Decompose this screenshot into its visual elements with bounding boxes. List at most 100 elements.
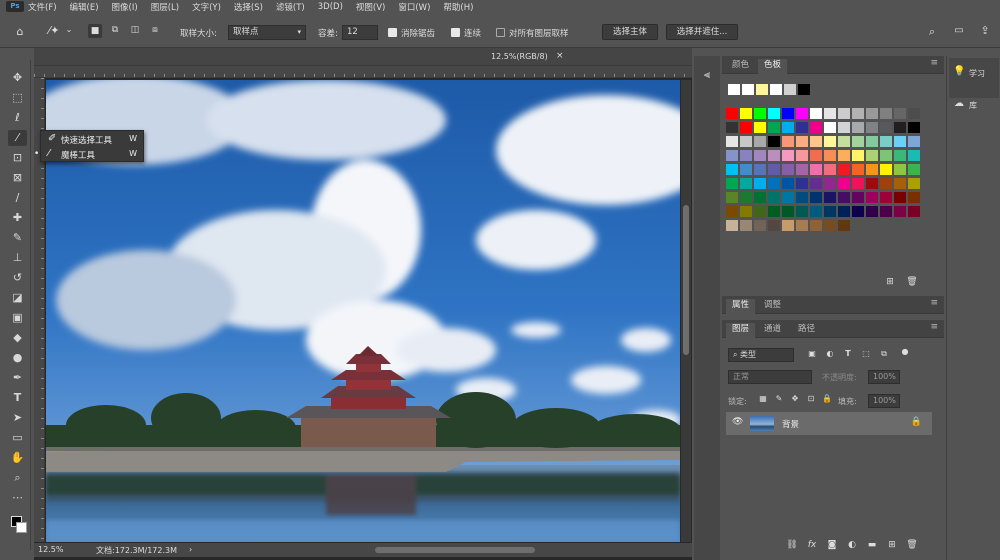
filter-shape-icon[interactable]: ⬚: [860, 349, 872, 358]
color-swatch[interactable]: [768, 192, 780, 203]
color-swatch[interactable]: [768, 108, 780, 119]
dodge-tool-icon[interactable]: ●: [8, 350, 27, 366]
eraser-tool-icon[interactable]: ◪: [8, 290, 27, 306]
color-swatch[interactable]: [768, 136, 780, 147]
color-swatch[interactable]: [908, 122, 920, 133]
lock-image-icon[interactable]: ✎: [774, 394, 784, 403]
color-swatch[interactable]: [908, 108, 920, 119]
color-swatch[interactable]: [782, 150, 794, 161]
color-swatch[interactable]: [740, 206, 752, 217]
healing-brush-icon[interactable]: ✚: [8, 210, 27, 226]
background-color-swatch[interactable]: [16, 522, 27, 533]
color-swatch[interactable]: [852, 122, 864, 133]
filter-type-icon[interactable]: T: [842, 349, 854, 358]
color-swatch[interactable]: [740, 108, 752, 119]
intersect-selection-icon[interactable]: ⧈: [148, 25, 162, 35]
color-swatch[interactable]: [894, 164, 906, 175]
tab-adjustments[interactable]: 调整: [758, 299, 787, 314]
filter-smart-object-icon[interactable]: ⧉: [878, 349, 890, 359]
color-swatch[interactable]: [824, 108, 836, 119]
color-swatch[interactable]: [838, 192, 850, 203]
color-swatch[interactable]: [810, 178, 822, 189]
color-swatch[interactable]: [796, 150, 808, 161]
color-swatch[interactable]: [782, 178, 794, 189]
color-swatch[interactable]: [754, 206, 766, 217]
color-swatch[interactable]: [866, 192, 878, 203]
search-icon[interactable]: ⌕: [925, 25, 939, 39]
color-swatch[interactable]: [894, 178, 906, 189]
color-swatch[interactable]: [726, 220, 738, 231]
filter-pixel-icon[interactable]: ▣: [806, 349, 818, 358]
blend-mode-select[interactable]: 正常: [728, 370, 812, 384]
color-swatch[interactable]: [852, 164, 864, 175]
color-swatch[interactable]: [768, 122, 780, 133]
tolerance-input[interactable]: 12: [342, 25, 378, 40]
color-swatch[interactable]: [726, 150, 738, 161]
color-swatch[interactable]: [908, 164, 920, 175]
hand-tool-icon[interactable]: ✋: [8, 450, 27, 466]
lock-artboard-icon[interactable]: ⊡: [806, 394, 816, 403]
layer-name[interactable]: 背景: [782, 418, 799, 430]
menu-image[interactable]: 图像(I): [112, 1, 138, 13]
opacity-input[interactable]: 100%: [868, 370, 900, 384]
color-swatch[interactable]: [908, 150, 920, 161]
marquee-tool-icon[interactable]: ⬚: [8, 90, 27, 106]
color-swatch[interactable]: [880, 108, 892, 119]
share-icon[interactable]: ⇪: [978, 24, 992, 37]
vertical-scrollbar[interactable]: [681, 80, 691, 542]
color-swatch[interactable]: [824, 178, 836, 189]
color-swatch[interactable]: [782, 192, 794, 203]
color-swatch[interactable]: [740, 220, 752, 231]
layer-filter-select[interactable]: ⌕ 类型: [728, 348, 794, 362]
layer-row[interactable]: 👁 背景 🔒: [726, 412, 932, 435]
color-swatch[interactable]: [768, 178, 780, 189]
color-swatch[interactable]: [796, 192, 808, 203]
color-swatch[interactable]: [866, 206, 878, 217]
new-layer-icon[interactable]: ⊞: [886, 540, 898, 550]
color-swatch[interactable]: [796, 178, 808, 189]
color-swatch[interactable]: [810, 122, 822, 133]
color-swatch[interactable]: [824, 164, 836, 175]
color-swatch[interactable]: [796, 122, 808, 133]
rectangle-tool-icon[interactable]: ▭: [8, 430, 27, 446]
menu-filter[interactable]: 滤镜(T): [276, 1, 305, 13]
path-selection-icon[interactable]: ➤: [8, 410, 27, 426]
recent-swatch[interactable]: [728, 84, 740, 95]
color-swatch[interactable]: [866, 122, 878, 133]
menu-help[interactable]: 帮助(H): [443, 1, 473, 13]
antialias-checkbox[interactable]: [388, 28, 397, 37]
color-swatch[interactable]: [810, 108, 822, 119]
zoom-tool-icon[interactable]: ⌕: [8, 470, 27, 486]
color-swatch[interactable]: [866, 136, 878, 147]
frame-tool-icon[interactable]: ⊠: [8, 170, 27, 186]
lock-position-icon[interactable]: ✥: [790, 394, 800, 403]
color-swatch[interactable]: [796, 206, 808, 217]
color-swatch[interactable]: [852, 108, 864, 119]
tab-properties[interactable]: 属性: [726, 299, 756, 314]
magic-wand-tool-icon[interactable]: ⁄: [8, 130, 27, 146]
menu-3d[interactable]: 3D(D): [318, 2, 343, 12]
add-mask-icon[interactable]: ◙: [826, 540, 838, 550]
brush-tool-icon[interactable]: ✎: [8, 230, 27, 246]
crop-tool-icon[interactable]: ⊡: [8, 150, 27, 166]
tab-swatches[interactable]: 色板: [758, 59, 788, 74]
eyedropper-tool-icon[interactable]: ∕: [8, 190, 27, 206]
color-swatch[interactable]: [810, 164, 822, 175]
sample-all-checkbox[interactable]: [496, 28, 505, 37]
color-swatch[interactable]: [810, 192, 822, 203]
menu-type[interactable]: 文字(Y): [192, 1, 221, 13]
color-swatch[interactable]: [768, 150, 780, 161]
color-swatch[interactable]: [852, 206, 864, 217]
color-swatch[interactable]: [852, 150, 864, 161]
zoom-status[interactable]: 12.5%: [38, 545, 63, 554]
color-swatch[interactable]: [824, 192, 836, 203]
horizontal-scroll-thumb[interactable]: [375, 547, 535, 553]
color-swatch[interactable]: [880, 192, 892, 203]
color-swatch[interactable]: [880, 122, 892, 133]
menu-view[interactable]: 视图(V): [356, 1, 385, 13]
tab-layers[interactable]: 图层: [726, 323, 756, 338]
status-menu-icon[interactable]: ›: [189, 545, 192, 554]
color-swatch[interactable]: [838, 220, 850, 231]
document-status[interactable]: 文档:172.3M/172.3M: [96, 545, 177, 556]
type-tool-icon[interactable]: T: [8, 390, 27, 406]
